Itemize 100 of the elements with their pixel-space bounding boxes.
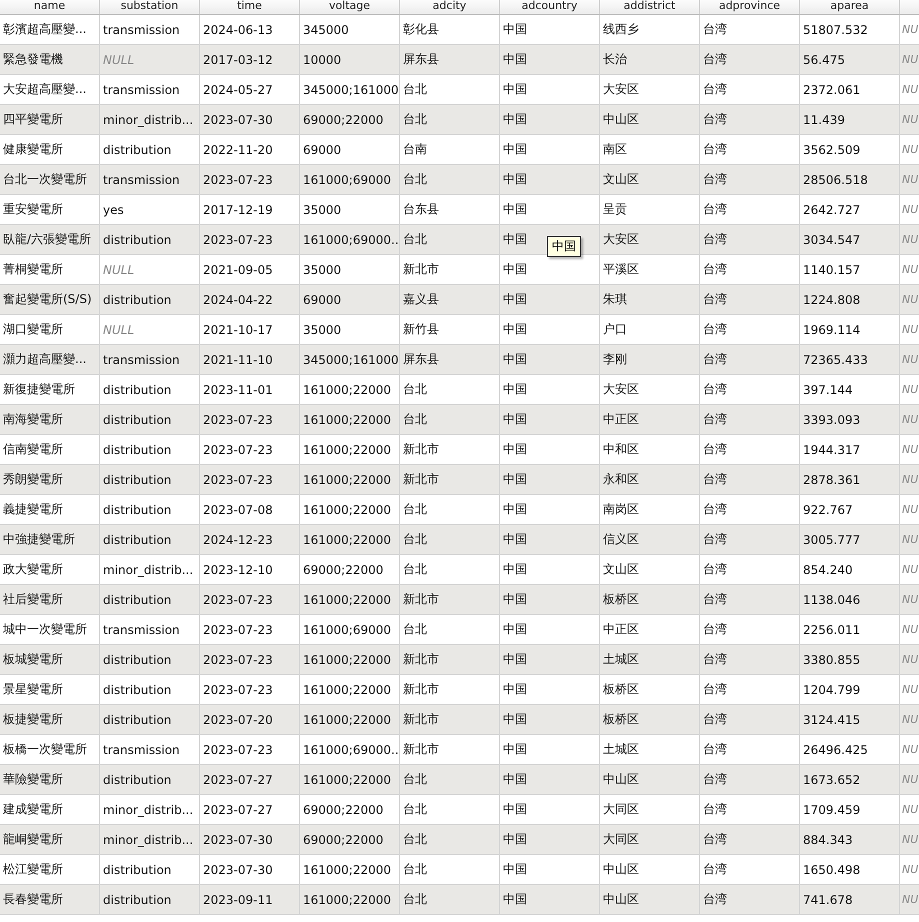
table-cell: 中山区 — [600, 105, 700, 134]
table-row[interactable]: 松江變電所 distribution 2023-07-30 161000;22000 台北 中国 中山区 台湾 1650.498 NU — [0, 855, 919, 885]
table-cell: 新北市 — [400, 585, 500, 614]
table-row[interactable]: 信南變電所 distribution 2023-07-23 161000;22000 新北市 中国 中和区 台湾 1944.317 NU — [0, 435, 919, 465]
table-cell: 中正区 — [600, 615, 700, 644]
table-cell: 南岗区 — [600, 495, 700, 524]
table-row[interactable]: 大安超高壓變... transmission 2024-05-27 345000;161000 台北 中国 大安区 台湾 2372.061 NU — [0, 75, 919, 105]
table-row[interactable]: 中強捷變電所 distribution 2024-12-23 161000;22000 台北 中国 信义区 台湾 3005.777 NU — [0, 525, 919, 555]
column-header[interactable]: substation — [100, 0, 200, 14]
table-row[interactable]: 板城變電所 distribution 2023-07-23 161000;22000 新北市 中国 土城区 台湾 3380.855 NU — [0, 645, 919, 675]
table-row[interactable]: 秀朗變電所 distribution 2023-07-23 161000;22000 新北市 中国 永和区 台湾 2878.361 NU — [0, 465, 919, 495]
table-cell: 台北 — [400, 555, 500, 584]
table-cell: 大安区 — [600, 225, 700, 254]
table-row[interactable]: 政大變電所 minor_distrib... 2023-12-10 69000;22000 台北 中国 文山区 台湾 854.240 NU — [0, 555, 919, 585]
table-cell: 1709.459 — [800, 795, 900, 824]
table-row[interactable]: 奮起變電所(S/S) distribution 2024-04-22 69000 嘉义县 中国 朱琪 台湾 1224.808 NU — [0, 285, 919, 315]
table-row[interactable]: 義捷變電所 distribution 2023-07-08 161000;22000 台北 中国 南岗区 台湾 922.767 NU — [0, 495, 919, 525]
table-row[interactable]: 長春變電所 distribution 2023-09-11 161000;22000 台北 中国 中山区 台湾 741.678 NU — [0, 885, 919, 915]
table-cell: 台湾 — [700, 555, 800, 584]
table-row[interactable]: 重安變電所 yes 2017-12-19 35000 台东县 中国 呈贡 台湾 2642.727 NU — [0, 195, 919, 225]
table-cell: 板捷變電所 — [0, 705, 100, 734]
table-cell: 35000 — [300, 255, 400, 284]
table-row[interactable]: 景星變電所 distribution 2023-07-23 161000;22000 新北市 中国 板桥区 台湾 1204.799 NU — [0, 675, 919, 705]
table-cell: 四平變電所 — [0, 105, 100, 134]
table-cell: 新北市 — [400, 255, 500, 284]
table-cell: 中国 — [500, 795, 600, 824]
table-row[interactable]: 社后變電所 distribution 2023-07-23 161000;22000 新北市 中国 板桥区 台湾 1138.046 NU — [0, 585, 919, 615]
table-cell: 中国 — [500, 885, 600, 914]
table-cell: 161000;22000 — [300, 465, 400, 494]
table-row[interactable]: 建成變電所 minor_distrib... 2023-07-27 69000;22000 台北 中国 大同区 台湾 1709.459 NU — [0, 795, 919, 825]
table-cell: 城中一次變電所 — [0, 615, 100, 644]
table-cell: 3005.777 — [800, 525, 900, 554]
table-row[interactable]: 華險變電所 distribution 2023-07-27 161000;22000 台北 中国 中山区 台湾 1673.652 NU — [0, 765, 919, 795]
table-cell: 台北 — [400, 405, 500, 434]
table-cell-text: NU — [901, 142, 919, 158]
table-cell: 中国 — [500, 705, 600, 734]
table-cell: 台湾 — [700, 75, 800, 104]
table-cell-text: NU — [901, 682, 919, 698]
column-header[interactable]: addistrict — [600, 0, 700, 14]
table-cell-text: NU — [901, 712, 919, 728]
table-cell: 台湾 — [700, 615, 800, 644]
table-cell: 新復捷變電所 — [0, 375, 100, 404]
column-header[interactable]: time — [200, 0, 300, 14]
table-cell: 湖口變電所 — [0, 315, 100, 344]
table-row[interactable]: 板捷變電所 distribution 2023-07-20 161000;22000 新北市 中国 板桥区 台湾 3124.415 NU — [0, 705, 919, 735]
table-cell: 台湾 — [700, 225, 800, 254]
table-cell: 重安變電所 — [0, 195, 100, 224]
table-cell: 2024-04-22 — [200, 285, 300, 314]
column-header[interactable]: aparea — [800, 0, 900, 14]
table-cell: 臥龍/六張變電所 — [0, 225, 100, 254]
table-cell: 161000;69000... — [300, 225, 400, 254]
table-cell: 中国 — [500, 765, 600, 794]
table-row[interactable]: 四平變電所 minor_distrib... 2023-07-30 69000;22000 台北 中国 中山区 台湾 11.439 NU — [0, 105, 919, 135]
table-cell: 台湾 — [700, 465, 800, 494]
table-row[interactable]: 龍峒變電所 minor_distrib... 2023-07-30 69000;22000 台北 中国 大同区 台湾 884.343 NU — [0, 825, 919, 855]
table-cell: 854.240 — [800, 555, 900, 584]
column-header[interactable]: name — [0, 0, 100, 14]
table-cell: 景星變電所 — [0, 675, 100, 704]
table-cell: 菁桐變電所 — [0, 255, 100, 284]
table-cell: 中国 — [500, 735, 600, 764]
table-row[interactable]: 彰濱超高壓變... transmission 2024-06-13 345000 彰化县 中国 线西乡 台湾 51807.532 NU — [0, 15, 919, 45]
table-cell: 板桥区 — [600, 705, 700, 734]
table-cell: 69000 — [300, 285, 400, 314]
table-cell: 中国 — [500, 525, 600, 554]
table-row[interactable]: 湖口變電所 NULL 2021-10-17 35000 新竹县 中国 户口 台湾 1969.114 NU — [0, 315, 919, 345]
table-cell: 中国 — [500, 405, 600, 434]
table-row[interactable]: 灝力超高壓變... transmission 2021-11-10 345000;161000 屏东县 中国 李刚 台湾 72365.433 NU — [0, 345, 919, 375]
table-cell: 中正区 — [600, 405, 700, 434]
table-cell: 中国 — [500, 855, 600, 884]
table-cell: 中国 — [500, 585, 600, 614]
column-header[interactable]: adcountry — [500, 0, 600, 14]
table-cell: 中国 — [500, 825, 600, 854]
table-cell-text: NU — [901, 892, 919, 908]
column-header[interactable]: adprovince — [700, 0, 800, 14]
table-row[interactable]: 城中一次變電所 transmission 2023-07-23 161000;69000 台北 中国 中正区 台湾 2256.011 NU — [0, 615, 919, 645]
table-cell: 2878.361 — [800, 465, 900, 494]
table-row[interactable]: 南海變電所 distribution 2023-07-23 161000;22000 台北 中国 中正区 台湾 3393.093 NU — [0, 405, 919, 435]
table-cell: 2023-07-23 — [200, 225, 300, 254]
table-cell: 嘉义县 — [400, 285, 500, 314]
table-cell: distribution — [100, 705, 200, 734]
table-cell: 35000 — [300, 315, 400, 344]
column-header[interactable]: adcity — [400, 0, 500, 14]
table-cell: 台湾 — [700, 885, 800, 914]
table-cell: 2023-07-23 — [200, 645, 300, 674]
table-cell: 2023-09-11 — [200, 885, 300, 914]
table-cell: 中国 — [500, 135, 600, 164]
table-row[interactable]: 新復捷變電所 distribution 2023-11-01 161000;22000 台北 中国 大安区 台湾 397.144 NU — [0, 375, 919, 405]
table-cell: 2021-10-17 — [200, 315, 300, 344]
table-cell: 2024-05-27 — [200, 75, 300, 104]
table-row[interactable]: 緊急發電機 NULL 2017-03-12 10000 屏东县 中国 长治 台湾 56.475 NU — [0, 45, 919, 75]
column-header[interactable]: voltage — [300, 0, 400, 14]
table-cell: 奮起變電所(S/S) — [0, 285, 100, 314]
table-cell: 中国 — [500, 645, 600, 674]
table-row[interactable]: 菁桐變電所 NULL 2021-09-05 35000 新北市 中国 平溪区 台湾 1140.157 NU — [0, 255, 919, 285]
table-cell: 2022-11-20 — [200, 135, 300, 164]
table-row[interactable]: 板橋一次變電所 transmission 2023-07-23 161000;69000...新北市 中国 土城区 台湾 26496.425 NU — [0, 735, 919, 765]
table-row[interactable]: 健康變電所 distribution 2022-11-20 69000 台南 中国 南区 台湾 3562.509 NU — [0, 135, 919, 165]
table-cell-text: NU — [901, 652, 919, 668]
table-cell-text: NU — [901, 592, 919, 608]
table-row[interactable]: 台北一次變電所 transmission 2023-07-23 161000;69000 台北 中国 文山区 台湾 28506.518 NU — [0, 165, 919, 195]
